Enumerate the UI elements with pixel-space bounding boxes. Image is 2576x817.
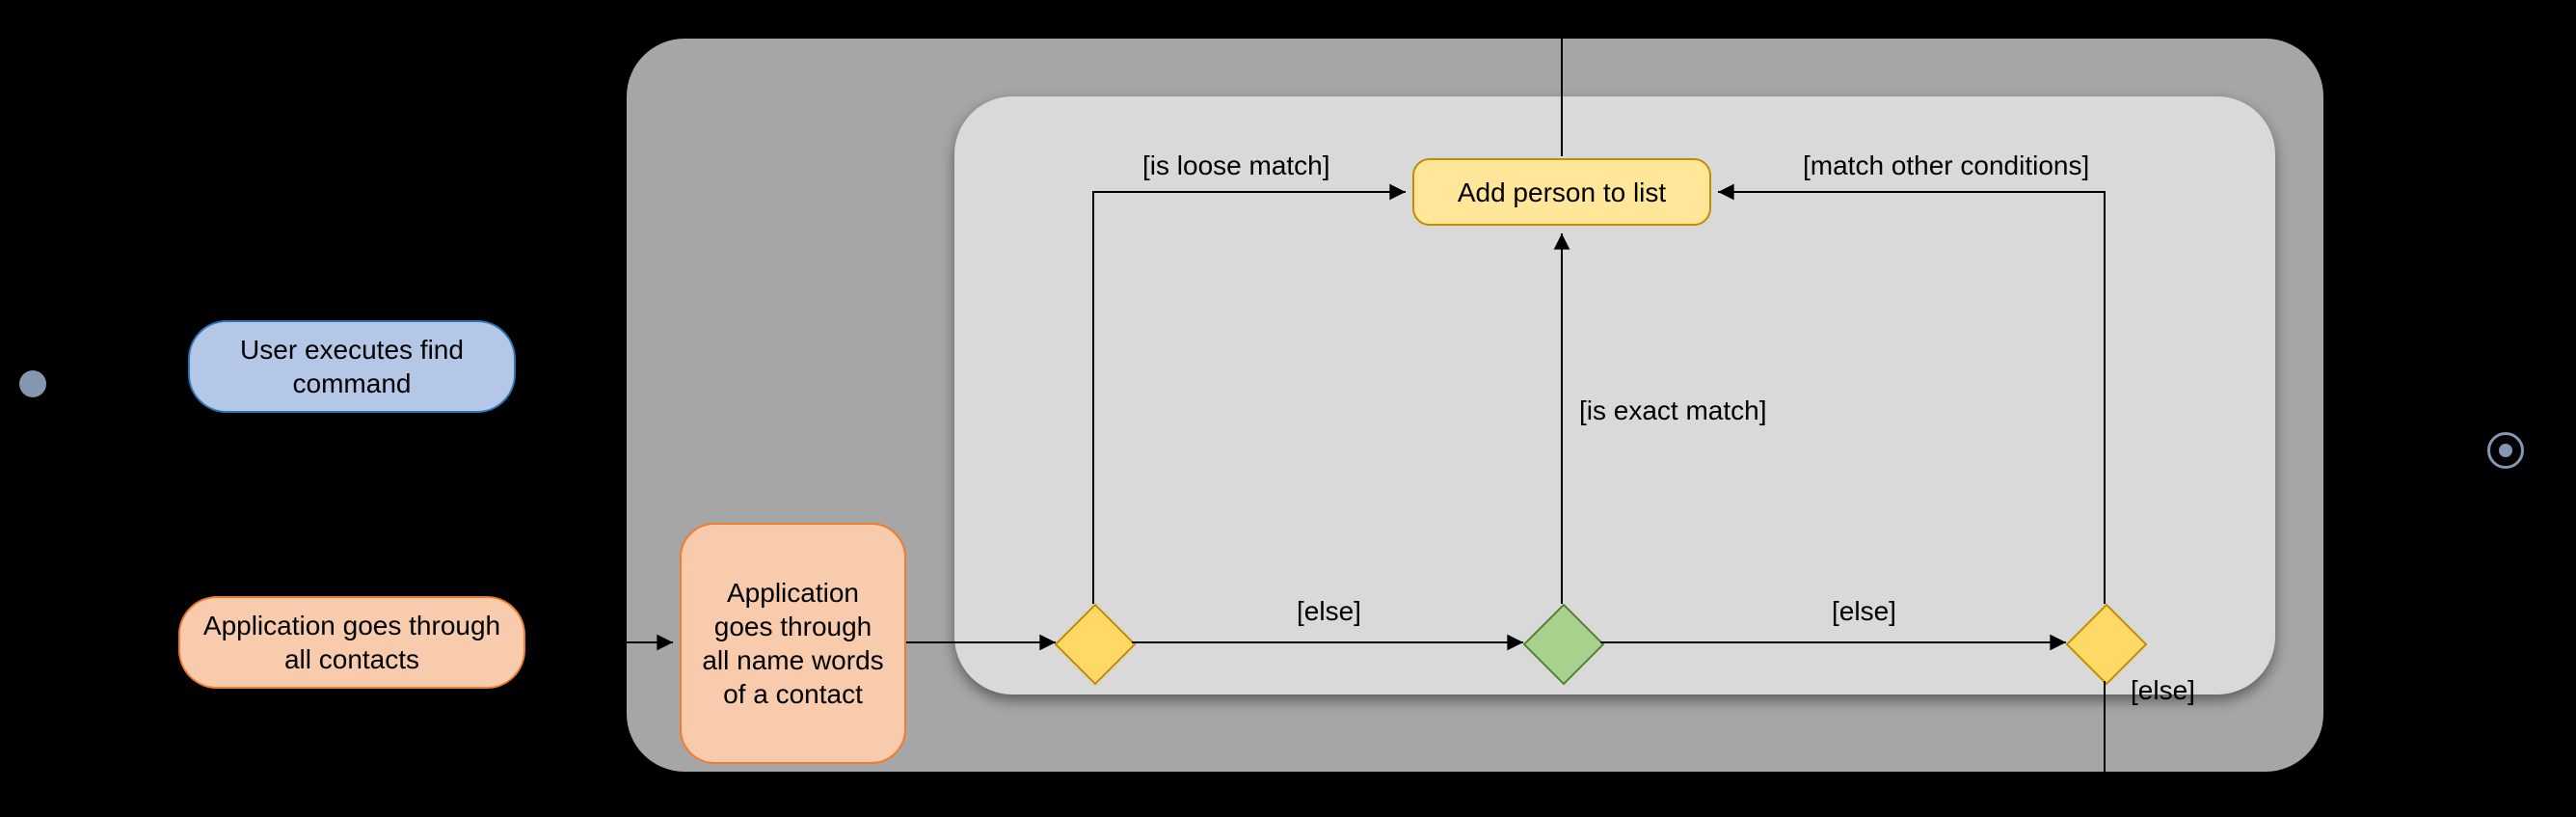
guard-label: [match other conditions] [1803, 150, 2089, 181]
guard-label: [else] [2131, 675, 2195, 706]
action-user-executes-find: User executes find command [188, 320, 516, 413]
final-node [2487, 432, 2524, 469]
initial-node [19, 370, 46, 397]
final-node-inner [2499, 444, 2512, 457]
action-label: Application goes through all name words … [699, 576, 887, 711]
guard-label: [is exact match] [1579, 395, 1767, 426]
action-through-contacts: Application goes through all contacts [178, 596, 525, 689]
activity-diagram: User executes find command Application g… [0, 0, 2576, 817]
guard-label: [else] [1297, 596, 1361, 627]
action-through-name-words: Application goes through all name words … [680, 523, 906, 764]
action-label: User executes find command [207, 333, 496, 400]
action-label: Application goes through all contacts [198, 609, 506, 676]
guard-label: [is loose match] [1142, 150, 1330, 181]
action-label: Add person to list [1458, 176, 1666, 209]
action-add-person: Add person to list [1412, 158, 1711, 226]
guard-label: [else] [1832, 596, 1896, 627]
